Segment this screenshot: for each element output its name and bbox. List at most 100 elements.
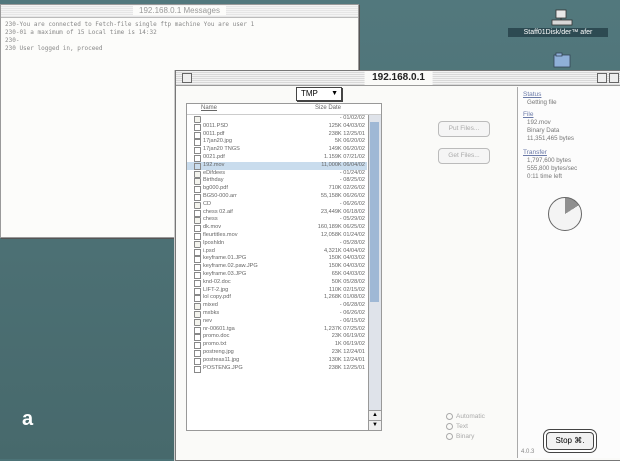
file-row[interactable]: eDifdees - 01/24/02 [187, 170, 367, 178]
get-files-button[interactable]: Get Files... [438, 148, 490, 164]
file-size-date: 150K 04/03/02 [328, 255, 365, 262]
file-row[interactable]: fleurtitles.mov 12,058K 01/24/02 [187, 232, 367, 240]
radio-binary-label: Binary [456, 433, 475, 441]
file-row[interactable]: - 01/02/02 [187, 115, 367, 123]
file-name: lol copy.pdf [203, 294, 231, 301]
file-row[interactable]: promo.doc 23K 06/19/02 [187, 333, 367, 342]
file-list[interactable]: Name Size Date - 01/02/02 0011.PSD 125K 04… [186, 103, 382, 431]
radio-binary[interactable]: Binary [446, 433, 474, 440]
file-name: keyframe.01.JPG [203, 255, 247, 262]
radio-text[interactable]: Text [446, 423, 468, 430]
file-size-date: 130K 12/24/01 [328, 356, 365, 363]
file-row[interactable]: nr-00601.tga 1,237K 07/25/02 [187, 326, 367, 334]
file-size-date: 1,268K 01/08/02 [323, 294, 365, 301]
file-size-date: 710K 02/26/02 [328, 185, 365, 192]
ftp-title-bar[interactable]: 192.168.0.1 [176, 71, 620, 86]
file-name: nev [203, 317, 213, 324]
scroll-down-arrow-icon[interactable]: ▼ [369, 420, 381, 430]
file-row[interactable]: keyframe.02.paw.JPG 150K 04/03/02 [187, 263, 367, 272]
file-row[interactable]: Iposhldn - 05/28/02 [187, 240, 367, 248]
file-list-scrollbar[interactable]: ▲ ▼ [368, 115, 381, 430]
file-row[interactable]: mxbks - 06/26/02 [187, 310, 367, 318]
collapse-box-icon[interactable] [609, 73, 619, 83]
file-row[interactable]: POSTENG.JPG 238K 12/25/01 [187, 365, 367, 373]
log-line: 230-01 a maximum of 15 Local time is 14:… [5, 29, 157, 36]
file-row[interactable]: keyframe.01.JPG 150K 04/03/02 [187, 255, 367, 264]
file-row[interactable]: postreas11.jpg 130K 12/24/01 [187, 357, 367, 365]
file-row[interactable]: 17jan20 TNGS 149K 06/20/02 [187, 146, 367, 155]
file-row[interactable]: BG50-000.arr 55,158K 06/26/02 [187, 193, 367, 201]
figure-label: a [22, 408, 34, 430]
file-row[interactable]: CD - 06/26/02 [187, 201, 367, 209]
status-panel: Status Getting file File 192.mov Binary … [517, 87, 620, 458]
file-row[interactable]: keyframe.03.JPG 65K 04/03/02 [187, 271, 367, 279]
file-row[interactable]: Birthday - 08/25/02 [187, 177, 367, 186]
file-row[interactable]: bg000.pdf 710K 02/26/02 [187, 185, 367, 194]
file-row[interactable]: chess 02.aif 23,449K 06/18/02 [187, 209, 367, 217]
file-name: promo.doc [203, 333, 230, 340]
file-size-date: 65K 04/03/02 [331, 270, 365, 277]
file-row[interactable]: postreng.jpg 23K 12/24/01 [187, 349, 367, 357]
transfer-progress-pie [548, 197, 582, 231]
file-row[interactable]: 0011.PSD 125K 04/03/02 [187, 123, 367, 131]
stop-button[interactable]: Stop ⌘. [546, 432, 594, 450]
radio-automatic[interactable]: Automatic [446, 413, 485, 420]
file-size-date: 55,158K 06/26/02 [320, 192, 365, 199]
file-size-date: 11,000K 06/04/02 [321, 161, 365, 168]
transfer-info-line: 0:11 time left [527, 173, 562, 180]
file-row[interactable]: 0021.pdf 1.159K 07/21/02 [187, 154, 367, 162]
log-line: 230- [5, 37, 20, 44]
put-files-button[interactable]: Put Files... [438, 121, 490, 137]
file-row[interactable]: mixed - 06/28/02 [187, 302, 367, 311]
file-size-date: 23K 06/19/02 [331, 333, 365, 340]
directory-popup[interactable]: TMP ▼ [296, 87, 342, 101]
file-row[interactable]: knd-02.doc 50K 05/28/02 [187, 279, 367, 287]
log-line: 230 User logged in, proceed [5, 45, 103, 52]
file-size-date: 149K 06/20/02 [328, 146, 365, 153]
zoom-box-icon[interactable] [597, 73, 607, 83]
file-name: promo.txt [203, 341, 227, 348]
file-row[interactable]: 192.mov 11,000K 06/04/02 [187, 161, 367, 170]
stop-shortcut-key: ⌘. [574, 436, 585, 445]
file-name: 192.mov [203, 161, 225, 168]
transfer-heading: Transfer [523, 149, 547, 156]
column-header-name[interactable]: Name [201, 105, 217, 111]
version-label: 4.0.3 [521, 449, 535, 455]
close-box-icon[interactable] [182, 73, 192, 83]
file-size-date: 160,189K 06/25/02 [317, 224, 365, 231]
file-name: LIFT-2.jpg [203, 286, 229, 293]
file-name: chess 02.aif [203, 208, 233, 215]
file-row[interactable]: lol copy.pdf 1,268K 01/08/02 [187, 294, 367, 303]
file-row[interactable]: 0011.pdf 238K 12/25/01 [187, 131, 367, 139]
file-row[interactable]: chess - 05/29/02 [187, 216, 367, 225]
ftp-window: 192.168.0.1 TMP ▼ Name Size Date - 01/02… [175, 70, 620, 461]
file-name: mixed [203, 302, 218, 309]
scroll-up-arrow-icon[interactable]: ▲ [369, 410, 381, 420]
file-row[interactable]: dk.mov 160,189K 06/25/02 [187, 224, 367, 233]
messages-title-bar[interactable]: 192.168.0.1 Messages [1, 5, 358, 18]
file-size-date: 150K 04/03/02 [328, 263, 365, 270]
file-row[interactable]: 17jan20.jpg 5K 06/20/02 [187, 138, 367, 147]
file-size-date: 1,237K 07/25/02 [323, 325, 365, 332]
file-row[interactable]: promo.txt 1K 06/19/02 [187, 341, 367, 350]
file-name: Birthday [203, 177, 224, 184]
folder-icon[interactable] [553, 52, 571, 68]
file-info-line: Binary Data [527, 127, 560, 134]
file-size-date: - 05/29/02 [339, 216, 365, 223]
file-name: chess [203, 216, 218, 223]
file-name: POSTENG.JPG [203, 364, 243, 371]
column-header-size-date[interactable]: Size Date [315, 105, 341, 111]
transfer-info-line: 555,800 bytes/sec [527, 165, 578, 172]
file-name: nr-00601.tga [203, 325, 235, 332]
file-row[interactable]: LIFT-2.jpg 110K 02/15/02 [187, 287, 367, 295]
radio-dot-icon [446, 433, 453, 440]
network-disk-icon[interactable] [550, 8, 574, 28]
scroll-thumb[interactable] [370, 122, 379, 302]
file-size-date: 1.159K 07/21/02 [323, 153, 365, 160]
desktop-icon-label[interactable]: Staff01Disk/der™ afer [508, 28, 608, 37]
file-size-date: - 08/25/02 [339, 177, 365, 184]
file-row[interactable]: nev - 06/15/02 [187, 318, 367, 326]
file-row[interactable]: i.psd 4,321K 04/04/02 [187, 248, 367, 256]
file-size-date: - 06/26/02 [339, 309, 365, 316]
transfer-info-line: 1,797,600 bytes [527, 157, 572, 164]
